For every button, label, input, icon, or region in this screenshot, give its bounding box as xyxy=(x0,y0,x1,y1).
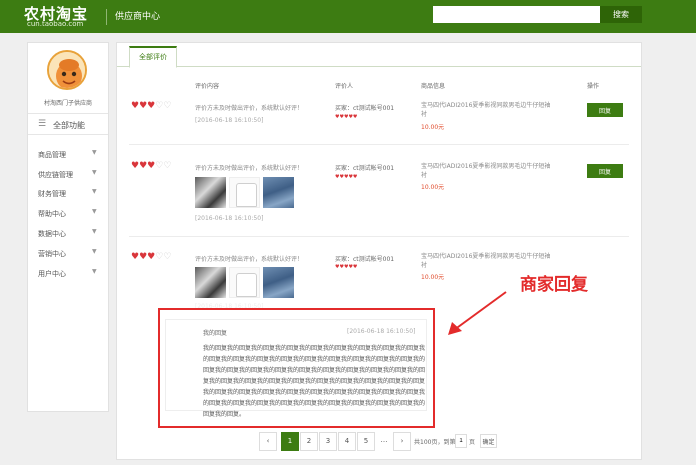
pagination-prev-button[interactable]: ‹ xyxy=(259,432,277,451)
heart-full-icon: ♥ xyxy=(131,252,140,262)
pagination-ellipsis: … xyxy=(375,432,393,451)
heart-empty-icon: ♡ xyxy=(163,252,172,262)
sidebar-item-data[interactable]: 数据中心 ▼ xyxy=(28,224,108,244)
product-name[interactable]: 宝马四代iADI2016夏季影视同款男毛边牛仔短袖衬 xyxy=(421,162,553,180)
sidebar-item-marketing[interactable]: 营销中心 ▼ xyxy=(28,244,108,264)
sidebar-item-label: 财务管理 xyxy=(38,190,66,198)
column-header-content: 评价内容 xyxy=(195,83,220,90)
review-photo-thumbnail[interactable] xyxy=(195,177,226,208)
heart-full-icon: ♥ xyxy=(131,101,140,111)
sidebar-item-label: 帮助中心 xyxy=(38,210,66,218)
pagination-next-button[interactable]: › xyxy=(393,432,411,451)
sidebar-item-help[interactable]: 帮助中心 ▼ xyxy=(28,204,108,224)
review-time: [2016-06-18 16:10:50] xyxy=(195,117,264,124)
sidebar-item-label: 用户中心 xyxy=(38,270,66,278)
sidebar-item-supply-chain[interactable]: 供应链管理 ▼ xyxy=(28,165,108,185)
chevron-down-icon: ▼ xyxy=(92,188,97,195)
buyer-name: 买家：ct测试帐号001 xyxy=(335,165,395,172)
pagination-total-text: 共100页，到第 xyxy=(414,439,456,446)
pagination-page-3[interactable]: 3 xyxy=(319,432,337,451)
column-header-reviewer: 评价人 xyxy=(335,83,354,90)
header-subtitle: 供应商中心 xyxy=(115,12,161,22)
pagination-page-1[interactable]: 1 xyxy=(281,432,299,451)
review-photo-thumbnail[interactable] xyxy=(263,177,294,208)
pagination-page-input[interactable] xyxy=(455,434,467,448)
product-price: 10.00元 xyxy=(421,274,445,281)
annotation-highlight-box xyxy=(158,308,435,428)
row-divider xyxy=(129,236,629,237)
annotation-label: 商家回复 xyxy=(520,275,588,295)
review-photo-thumbnail[interactable] xyxy=(229,267,260,298)
sidebar-item-label: 商品管理 xyxy=(38,151,66,159)
all-functions-toggle[interactable]: ☰ 全部功能 xyxy=(28,113,108,135)
review-photo-thumbnail[interactable] xyxy=(263,267,294,298)
pagination-page-5[interactable]: 5 xyxy=(357,432,375,451)
product-name[interactable]: 宝马四代iADI2016夏季影视同款男毛边牛仔短袖衬 xyxy=(421,252,553,270)
reply-button[interactable]: 回复 xyxy=(587,103,623,117)
review-photo-thumbnail[interactable] xyxy=(195,267,226,298)
buyer-credit-hearts-icon: ♥♥♥♥♥ xyxy=(335,174,358,180)
buyer-credit-hearts-icon: ♥♥♥♥♥ xyxy=(335,264,358,270)
heart-full-icon: ♥ xyxy=(131,161,140,171)
search-button[interactable]: 搜索 xyxy=(600,6,642,23)
review-time: [2016-06-18 16:10:50] xyxy=(195,215,264,222)
top-header: 农村淘宝 cun.taobao.com 供应商中心 搜索 xyxy=(0,0,696,33)
heart-full-icon: ♥ xyxy=(139,161,148,171)
heart-empty-icon: ♡ xyxy=(163,101,172,111)
rating-stars: ♥♥♥♡♡ xyxy=(131,161,171,171)
logo-domain: cun.taobao.com xyxy=(27,20,84,28)
sidebar-item-users[interactable]: 用户中心 ▼ xyxy=(28,264,108,284)
search-input[interactable] xyxy=(433,6,600,23)
row-divider xyxy=(129,144,629,145)
rating-stars: ♥♥♥♡♡ xyxy=(131,252,171,262)
heart-full-icon: ♥ xyxy=(139,101,148,111)
chevron-down-icon: ▼ xyxy=(92,169,97,176)
column-header-product: 商品信息 xyxy=(421,83,446,90)
pagination-page-2[interactable]: 2 xyxy=(300,432,318,451)
column-header-action: 操作 xyxy=(587,83,600,90)
chevron-down-icon: ▼ xyxy=(92,228,97,235)
rating-stars: ♥♥♥♡♡ xyxy=(131,101,171,111)
review-text: 评价方未及时做出评价，系统默认好评！ xyxy=(195,105,304,112)
pagination-page-suffix: 页 xyxy=(469,439,476,446)
product-price: 10.00元 xyxy=(421,124,445,131)
heart-empty-icon: ♡ xyxy=(163,161,172,171)
heart-full-icon: ♥ xyxy=(139,252,148,262)
pagination-page-4[interactable]: 4 xyxy=(338,432,356,451)
product-name[interactable]: 宝马四代iADI2016夏季影视同款男毛边牛仔短袖衬 xyxy=(421,101,553,119)
tab-all-reviews[interactable]: 全部评价 xyxy=(129,46,177,68)
all-functions-label: 全部功能 xyxy=(53,121,85,130)
sidebar-item-finance[interactable]: 财务管理 ▼ xyxy=(28,184,108,204)
chevron-down-icon: ▼ xyxy=(92,248,97,255)
tab-bar: 全部评价 xyxy=(117,43,641,68)
menu-list-icon: ☰ xyxy=(38,119,47,129)
buyer-name: 买家：ct测试帐号001 xyxy=(335,105,395,112)
arrow-left-icon xyxy=(448,291,507,335)
pagination-confirm-button[interactable]: 确定 xyxy=(480,434,497,448)
review-text: 评价方未及时做出评价，系统默认好评！ xyxy=(195,256,304,263)
buyer-name: 买家：ct测试帐号001 xyxy=(335,256,395,263)
avatar-cartoon-icon xyxy=(49,52,85,88)
sidebar: 村淘西门子供应商 ☰ 全部功能 商品管理 ▼ 供应链管理 ▼ 财务管理 ▼ 帮助… xyxy=(27,42,109,412)
sidebar-item-label: 供应链管理 xyxy=(38,171,73,179)
product-price: 10.00元 xyxy=(421,184,445,191)
header-divider xyxy=(106,9,107,25)
review-text: 评价方未及时做出评价，系统默认好评！ xyxy=(195,165,304,172)
avatar xyxy=(47,50,87,90)
sidebar-item-label: 营销中心 xyxy=(38,250,66,258)
chevron-down-icon: ▼ xyxy=(92,268,97,275)
sidebar-item-label: 数据中心 xyxy=(38,230,66,238)
reply-button[interactable]: 回复 xyxy=(587,164,623,178)
sidebar-item-product-management[interactable]: 商品管理 ▼ xyxy=(28,145,108,165)
chevron-down-icon: ▼ xyxy=(92,208,97,215)
chevron-down-icon: ▼ xyxy=(92,149,97,156)
buyer-credit-hearts-icon: ♥♥♥♥♥ xyxy=(335,114,358,120)
shop-name: 村淘西门子供应商 xyxy=(43,100,92,107)
review-photo-thumbnail[interactable] xyxy=(229,177,260,208)
